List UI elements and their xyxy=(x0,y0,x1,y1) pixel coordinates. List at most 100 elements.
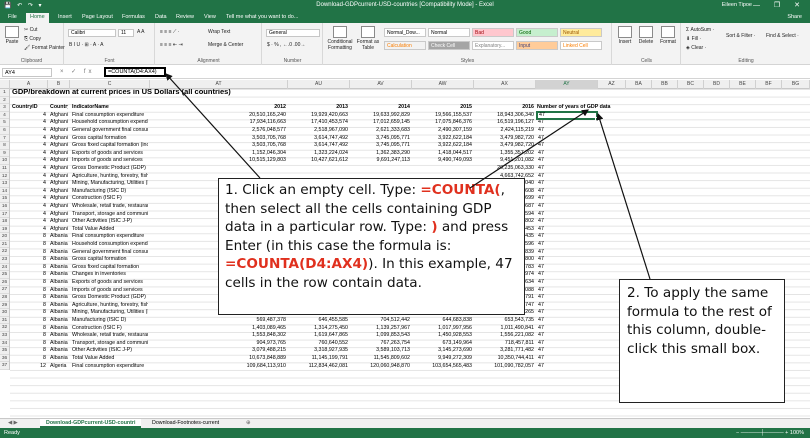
wrap-text-button[interactable]: Wrap Text xyxy=(208,29,230,35)
cell-style-4[interactable]: Neutral xyxy=(560,28,602,37)
row-header[interactable]: 34 xyxy=(0,340,9,348)
format-cells-button[interactable]: Format xyxy=(658,26,678,45)
number-format-buttons[interactable]: $ · % , ←.0 .00→ xyxy=(267,42,305,48)
row-header[interactable]: 22 xyxy=(0,248,9,257)
row-header[interactable]: 37 xyxy=(0,362,9,370)
cell-style-3[interactable]: Good xyxy=(516,28,558,37)
formula-buttons[interactable]: × ✓ fx xyxy=(60,68,95,75)
cell-style-1[interactable]: Normal xyxy=(428,28,470,37)
row-header[interactable]: 14 xyxy=(0,188,9,196)
window-controls[interactable]: — ❐ ✕ xyxy=(753,1,806,9)
row-header[interactable]: 20 xyxy=(0,233,9,241)
tab-view[interactable]: View xyxy=(204,14,216,20)
column-header-at[interactable]: AT xyxy=(150,80,288,89)
row-header[interactable]: 17 xyxy=(0,211,9,219)
cut-button[interactable]: ✂ Cut xyxy=(24,27,37,33)
align-horizontal-buttons[interactable]: ≡ ≡ ≡ ⇤ ⇥ xyxy=(160,42,183,48)
column-header-bd[interactable]: BD xyxy=(704,80,730,89)
row-header[interactable]: 5 xyxy=(0,119,9,127)
row-header[interactable]: 12 xyxy=(0,173,9,181)
sort-filter-button[interactable]: Sort & Filter · xyxy=(726,33,755,39)
column-header-bf[interactable]: BF xyxy=(756,80,782,89)
column-header-ay[interactable]: AY xyxy=(536,80,598,89)
sheet-nav-buttons[interactable]: ◀ ▶ xyxy=(2,419,24,428)
formula-input[interactable]: =COUNTA(D4:AX4) xyxy=(104,67,166,77)
cell-style-2[interactable]: Bad xyxy=(472,28,514,37)
column-header-az[interactable]: AZ xyxy=(598,80,626,89)
row-header[interactable]: 26 xyxy=(0,279,9,287)
name-box[interactable]: AY4 xyxy=(2,68,52,77)
row-header[interactable]: 36 xyxy=(0,355,9,363)
cell-style-9[interactable]: Linked Cell xyxy=(560,41,602,50)
cell-style-7[interactable]: Explanatory... xyxy=(472,41,514,50)
cell-style-6[interactable]: Check Cell xyxy=(428,41,470,50)
tab-insert[interactable]: Insert xyxy=(58,14,72,20)
tell-me-search[interactable]: Tell me what you want to do... xyxy=(226,14,298,20)
clear-button[interactable]: ◈ Clear · xyxy=(686,45,706,51)
column-header-av[interactable]: AV xyxy=(350,80,412,89)
row-header[interactable]: 29 xyxy=(0,302,9,310)
paste-button[interactable]: Paste xyxy=(3,26,21,45)
row-header[interactable]: 35 xyxy=(0,347,9,355)
cell-style-8[interactable]: Input xyxy=(516,41,558,50)
row-header[interactable]: 2 xyxy=(0,97,9,105)
fill-button[interactable]: ⬇ Fill · xyxy=(686,36,701,42)
row-header[interactable]: 4 xyxy=(0,112,9,120)
tab-page-layout[interactable]: Page Layout xyxy=(82,14,113,20)
row-header[interactable]: 8 xyxy=(0,142,9,150)
share-button[interactable]: Share xyxy=(787,14,802,20)
tab-review[interactable]: Review xyxy=(176,14,194,20)
column-header-bg[interactable]: BG xyxy=(782,80,810,89)
insert-cells-button[interactable]: Insert xyxy=(616,26,634,45)
column-header-au[interactable]: AU xyxy=(288,80,350,89)
row-header[interactable]: 18 xyxy=(0,218,9,226)
font-name-select[interactable]: Calibri xyxy=(68,29,116,37)
row-header[interactable]: 27 xyxy=(0,286,9,295)
tab-formulas[interactable]: Formulas xyxy=(122,14,145,20)
row-header[interactable]: 23 xyxy=(0,256,9,264)
row-header[interactable]: 1 xyxy=(0,89,9,97)
row-header[interactable]: 24 xyxy=(0,264,9,272)
column-header-be[interactable]: BE xyxy=(730,80,756,89)
row-header[interactable]: 10 xyxy=(0,157,9,165)
cell-style-0[interactable]: Normal_Dow... xyxy=(384,28,426,37)
copy-button[interactable]: ⎘ Copy xyxy=(24,36,41,42)
column-header-b[interactable]: B xyxy=(48,80,70,89)
row-header[interactable]: 21 xyxy=(0,241,9,249)
row-header[interactable]: 7 xyxy=(0,135,9,143)
tab-file[interactable]: File xyxy=(8,14,17,20)
row-header[interactable]: 11 xyxy=(0,165,9,173)
zoom-slider[interactable]: − ─────┼───── + 100% xyxy=(736,430,804,436)
row-header[interactable]: 31 xyxy=(0,317,9,325)
format-as-table-button[interactable]: Format as Table xyxy=(356,26,380,51)
row-header[interactable]: 32 xyxy=(0,324,9,332)
row-header[interactable]: 16 xyxy=(0,203,9,211)
row-header[interactable]: 15 xyxy=(0,195,9,203)
merge-center-button[interactable]: Merge & Center xyxy=(208,42,243,48)
row-header[interactable]: 30 xyxy=(0,309,9,317)
tab-data[interactable]: Data xyxy=(155,14,167,20)
font-size-buttons[interactable]: A A xyxy=(137,29,145,35)
conditional-formatting-button[interactable]: Conditional Formatting xyxy=(326,26,354,51)
row-header[interactable]: 9 xyxy=(0,150,9,158)
row-header[interactable]: 13 xyxy=(0,180,9,188)
column-header-ax[interactable]: AX xyxy=(474,80,536,89)
add-sheet-icon[interactable]: ⊕ xyxy=(240,419,256,428)
column-header-bb[interactable]: BB xyxy=(652,80,678,89)
find-select-button[interactable]: Find & Select · xyxy=(766,33,799,39)
row-header[interactable]: 33 xyxy=(0,332,9,340)
format-painter-button[interactable]: 🖌 Format Painter xyxy=(24,45,65,51)
cell-style-5[interactable]: Calculation xyxy=(384,41,426,50)
user-name[interactable]: Eileen Tipoe xyxy=(722,2,752,8)
column-header-c[interactable]: C xyxy=(70,80,150,89)
tab-home[interactable]: Home xyxy=(26,13,49,23)
delete-cells-button[interactable]: Delete xyxy=(637,26,655,45)
autosum-button[interactable]: Σ AutoSum · xyxy=(686,27,714,33)
column-header-bc[interactable]: BC xyxy=(678,80,704,89)
row-header[interactable]: 25 xyxy=(0,271,9,279)
select-all-corner[interactable] xyxy=(0,80,10,89)
row-header[interactable]: 6 xyxy=(0,127,9,135)
font-size-select[interactable]: 11 xyxy=(118,29,134,37)
column-header-ba[interactable]: BA xyxy=(626,80,652,89)
row-header[interactable]: 28 xyxy=(0,294,9,302)
